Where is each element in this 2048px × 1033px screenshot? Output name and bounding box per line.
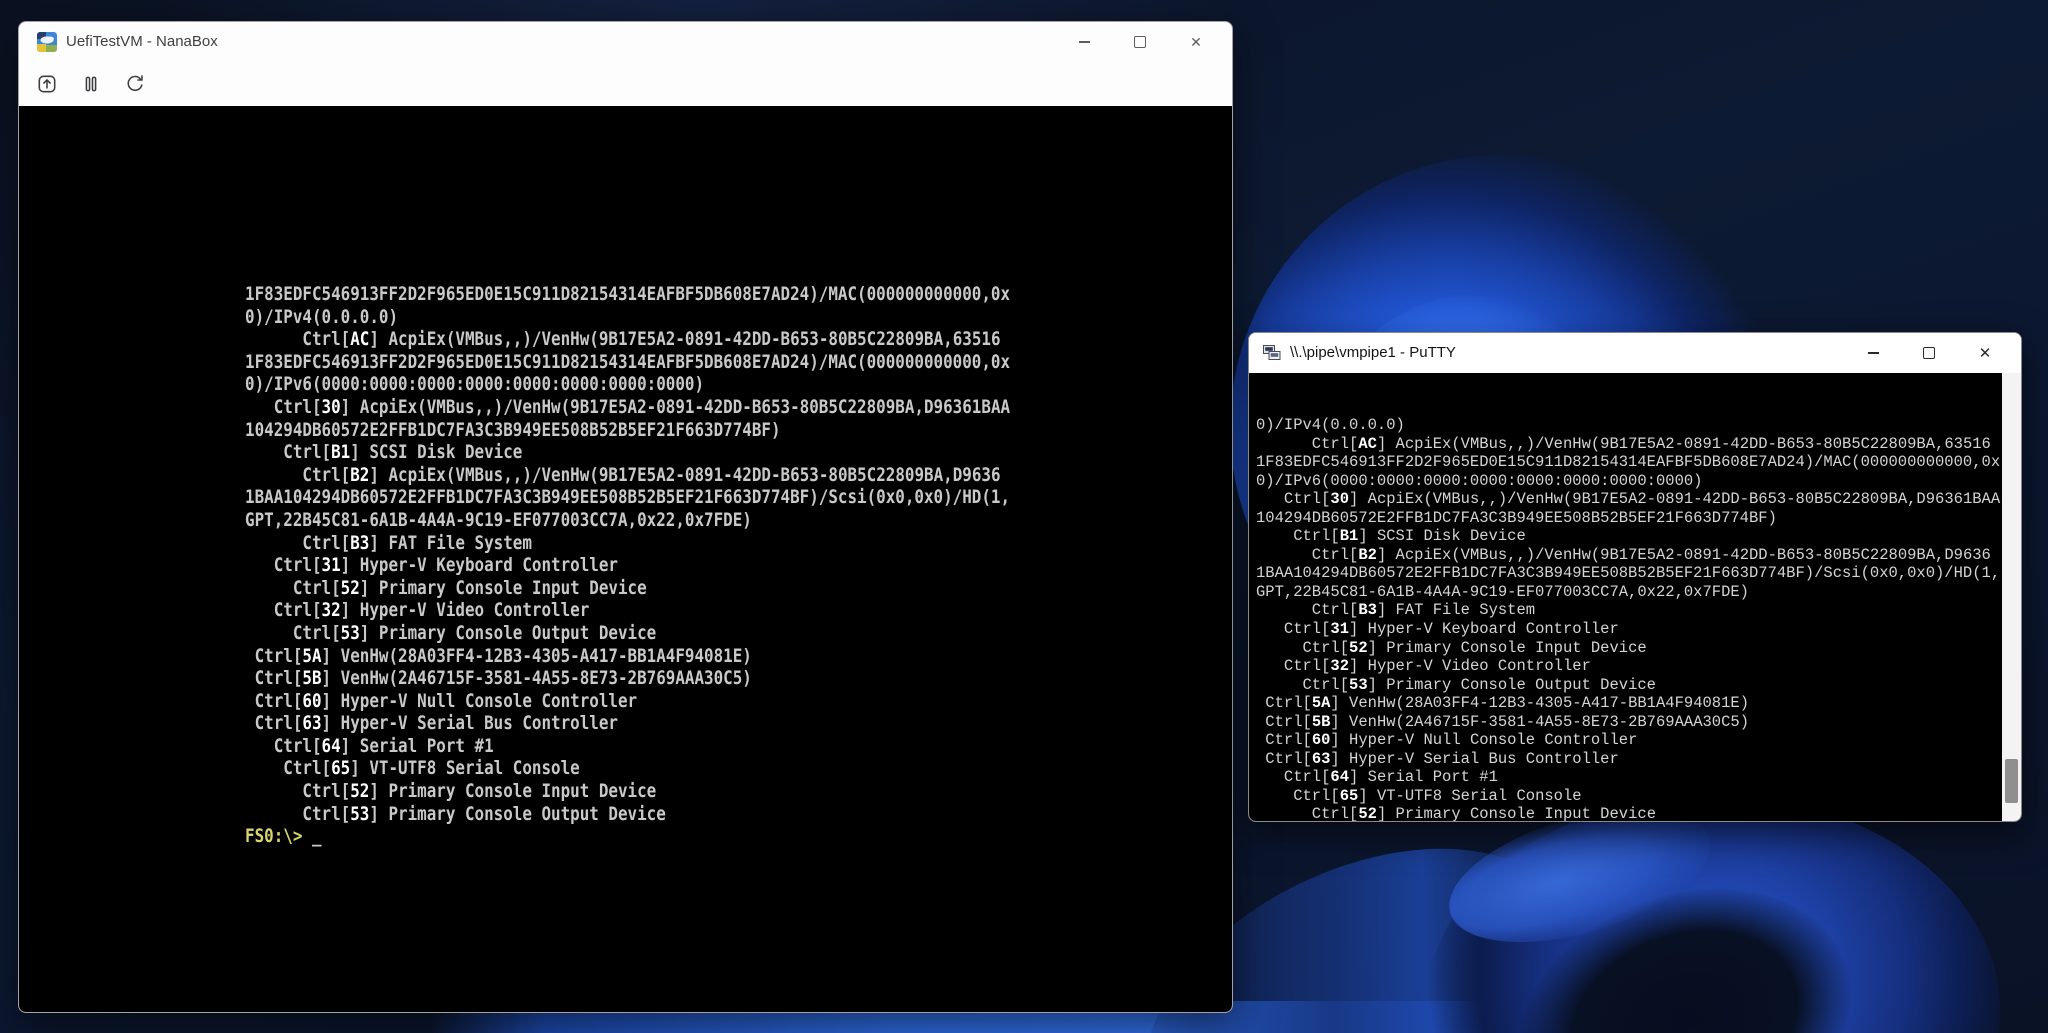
wallpaper-bottom-right-swirl	[1425, 795, 2000, 1033]
minimize-icon	[1868, 352, 1879, 353]
uefi-shell-output-serial: 0)/IPv4(0.0.0.0) Ctrl[AC] AcpiEx(VMBus,,…	[1256, 416, 2000, 822]
putty-terminal[interactable]: 0)/IPv4(0.0.0.0) Ctrl[AC] AcpiEx(VMBus,,…	[1249, 373, 2021, 821]
maximize-icon	[1923, 347, 1935, 359]
desktop-wallpaper: UefiTestVM - NanaBox ✕	[0, 0, 2048, 1033]
enhanced-session-button[interactable]	[29, 66, 65, 102]
putty-maximize-button[interactable]	[1901, 333, 1957, 373]
close-icon: ✕	[1190, 35, 1202, 49]
putty-minimize-button[interactable]	[1845, 333, 1901, 373]
nanabox-close-button[interactable]: ✕	[1168, 22, 1224, 62]
nanabox-window-title: UefiTestVM - NanaBox	[66, 22, 218, 62]
putty-scrollbar-thumb[interactable]	[2005, 759, 2018, 803]
restart-button[interactable]	[117, 66, 153, 102]
wallpaper-swirl-shadow	[1482, 844, 1887, 1033]
putty-app-icon	[1262, 343, 1282, 363]
refresh-icon	[124, 73, 146, 95]
putty-close-button[interactable]: ✕	[1957, 333, 2013, 373]
putty-scrollbar[interactable]	[2002, 373, 2021, 821]
putty-window-controls: ✕	[1845, 333, 2013, 373]
nanabox-window: UefiTestVM - NanaBox ✕	[18, 21, 1233, 1013]
nanabox-minimize-button[interactable]	[1056, 22, 1112, 62]
nanabox-maximize-button[interactable]	[1112, 22, 1168, 62]
nanabox-titlebar[interactable]: UefiTestVM - NanaBox ✕	[19, 22, 1232, 62]
shell-prompt: FS0:\>	[245, 825, 312, 847]
nanabox-toolbar	[19, 62, 1232, 106]
maximize-icon	[1134, 36, 1146, 48]
putty-window-title: \\.\pipe\vmpipe1 - PuTTY	[1290, 333, 1456, 373]
nanabox-window-controls: ✕	[1056, 22, 1224, 62]
uefi-shell-output: 1F83EDFC546913FF2D2F965ED0E15C911D821543…	[245, 283, 1010, 848]
putty-window: \\.\pipe\vmpipe1 - PuTTY ✕ 0)/IPv4(0.0.0…	[1248, 332, 2022, 822]
minimize-icon	[1079, 41, 1090, 42]
putty-titlebar[interactable]: \\.\pipe\vmpipe1 - PuTTY ✕	[1249, 333, 2021, 373]
nanabox-vm-console[interactable]: 1F83EDFC546913FF2D2F965ED0E15C911D821543…	[19, 106, 1232, 1012]
nanabox-app-icon	[37, 32, 57, 52]
pause-icon	[80, 73, 102, 95]
arrow-up-box-icon	[36, 73, 58, 95]
pause-button[interactable]	[73, 66, 109, 102]
close-icon: ✕	[1979, 346, 1992, 361]
shell-cursor: _	[312, 825, 322, 847]
